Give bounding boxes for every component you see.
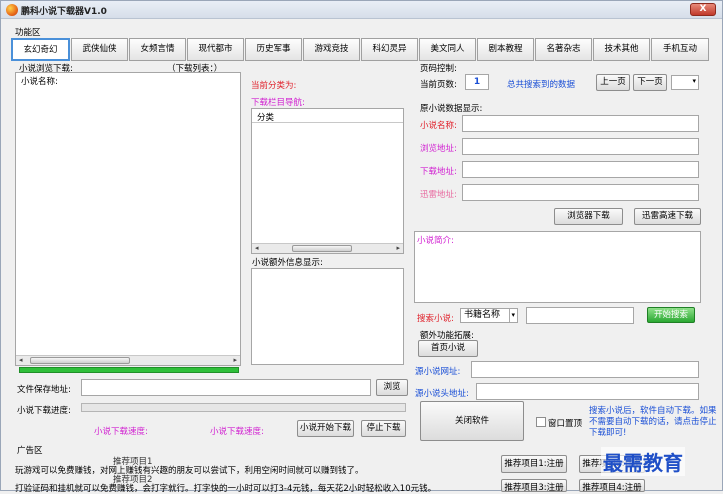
browse-url-field[interactable] <box>462 138 699 155</box>
ad-register-button-1[interactable]: 推荐项目1:注册 <box>501 455 567 473</box>
stop-download-button[interactable]: 停止下载 <box>361 420 406 437</box>
source-head-field[interactable] <box>476 383 699 400</box>
next-page-button[interactable]: 下一页 <box>633 74 667 91</box>
download-progress-bar <box>81 403 406 412</box>
browse-url-label: 浏览地址: <box>420 144 457 154</box>
ad-area-label: 广告区 <box>17 446 43 456</box>
ad-register-button-4[interactable]: 推荐项目4:注册 <box>579 479 645 492</box>
close-software-button[interactable]: 关闭软件 <box>420 401 524 441</box>
tab-meiwen[interactable]: 美文同人 <box>419 38 476 61</box>
novel-intro-label: 小说简介: <box>417 236 454 246</box>
ad-line-1[interactable]: 玩游戏可以免费赚钱，对网上赚钱有兴趣的朋友可以尝试下，利用空闲时间就可以赚到钱了… <box>15 464 364 476</box>
list-horizontal-scrollbar[interactable]: ◂ ▸ <box>16 355 240 365</box>
app-window: 鹏科小说下载器V1.0 X 功能区 玄幻奇幻 武侠仙侠 女频言情 现代都市 历史… <box>0 0 723 494</box>
tab-dushi[interactable]: 现代都市 <box>187 38 244 61</box>
list-progress-bar <box>19 367 239 373</box>
browse-folder-button[interactable]: 浏览 <box>376 379 408 396</box>
thunder-url-label: 迅雷地址: <box>420 190 457 200</box>
window-top-label: 窗口置顶 <box>548 419 583 429</box>
thunder-url-field[interactable] <box>462 184 699 201</box>
browser-download-button[interactable]: 浏览器下载 <box>554 208 623 225</box>
window-top-checkbox[interactable] <box>536 417 546 427</box>
tab-wuxia[interactable]: 武侠仙侠 <box>71 38 128 61</box>
source-site-field[interactable] <box>471 361 699 378</box>
tab-yanqing[interactable]: 女频言情 <box>129 38 186 61</box>
nav-label: 下载栏目导航: <box>251 98 305 108</box>
total-data-label: 总共搜索到的数据 <box>507 80 576 90</box>
novel-name-label: 小说名称: <box>420 121 457 131</box>
current-category-label: 当前分类为: <box>251 81 297 91</box>
nav-horizontal-scrollbar[interactable]: ◂ ▸ <box>252 243 403 253</box>
tab-mingzhu[interactable]: 名著杂志 <box>535 38 592 61</box>
title-bar: 鹏科小说下载器V1.0 X <box>1 1 722 19</box>
ad-overlay-1: 推荐项目1 <box>113 457 153 467</box>
search-input[interactable] <box>526 307 634 324</box>
tab-xuanhuan[interactable]: 玄幻奇幻 <box>11 38 70 61</box>
search-button[interactable]: 开始搜索 <box>647 307 695 323</box>
thunder-download-button[interactable]: 迅雷高速下载 <box>634 208 701 225</box>
save-path-label: 文件保存地址: <box>17 385 71 395</box>
tab-lishi[interactable]: 历史军事 <box>245 38 302 61</box>
close-button[interactable]: X <box>690 3 716 16</box>
window-title: 鹏科小说下载器V1.0 <box>21 7 107 17</box>
search-novel-label: 搜索小说: <box>417 314 454 324</box>
auto-download-tip: 搜索小说后，软件自动下载。如果不需要自动下载的话，请点击停止下载即可! <box>589 406 717 438</box>
search-field-select[interactable]: 书籍名称 ▾ <box>460 308 518 323</box>
download-speed-label-2: 小说下载速度: <box>210 427 264 437</box>
ad-overlay-2: 推荐项目2 <box>113 475 153 485</box>
function-area-label: 功能区 <box>15 28 41 38</box>
watermark-text: 最需教育 <box>601 447 685 476</box>
novel-intro-box[interactable]: 小说简介: <box>414 231 701 303</box>
tab-juben[interactable]: 剧本教程 <box>477 38 534 61</box>
page-control-label: 页码控制: <box>420 64 457 74</box>
novel-name-field[interactable] <box>462 115 699 132</box>
nav-header: 分类 <box>257 113 275 123</box>
ad-line-2[interactable]: 打验证码和挂机就可以免费赚钱，会打字就行。打字快的一小时可以打3-4元钱，每天花… <box>15 482 436 494</box>
page-select[interactable]: ▾ <box>671 75 699 90</box>
tab-jishu[interactable]: 技术其他 <box>593 38 650 61</box>
app-logo-icon <box>6 4 18 16</box>
download-url-label: 下载地址: <box>420 167 457 177</box>
current-page-field[interactable]: 1 <box>465 74 489 90</box>
prev-page-button[interactable]: 上一页 <box>596 74 630 91</box>
start-download-button[interactable]: 小说开始下载 <box>297 420 354 437</box>
tab-shouji[interactable]: 手机互动 <box>651 38 709 61</box>
extra-info-box <box>251 268 404 365</box>
source-site-label: 源小说网址: <box>415 367 461 377</box>
search-field-value: 书籍名称 <box>464 310 501 320</box>
download-progress-label: 小说下载进度: <box>17 406 71 416</box>
home-novel-button[interactable]: 首页小说 <box>418 340 478 357</box>
source-head-label: 源小说头地址: <box>415 389 469 399</box>
list-header-name: 小说名称: <box>21 77 58 87</box>
extra-info-label: 小说额外信息显示: <box>252 258 323 268</box>
tab-youxi[interactable]: 游戏竞技 <box>303 38 360 61</box>
download-speed-label: 小说下载速度: <box>94 427 148 437</box>
download-url-field[interactable] <box>462 161 699 178</box>
source-data-label: 原小说数据显示: <box>420 104 483 114</box>
current-page-label: 当前页数: <box>420 80 457 90</box>
category-nav-list[interactable]: 分类 ◂ ▸ <box>251 108 404 254</box>
ad-register-button-3[interactable]: 推荐项目3:注册 <box>501 479 567 492</box>
tab-kehuan[interactable]: 科幻灵异 <box>361 38 418 61</box>
chevron-down-icon: ▾ <box>509 309 515 322</box>
chevron-down-icon: ▾ <box>692 77 696 85</box>
save-path-field[interactable] <box>81 379 371 396</box>
novel-list[interactable]: 小说名称: ◂ ▸ <box>15 72 241 366</box>
